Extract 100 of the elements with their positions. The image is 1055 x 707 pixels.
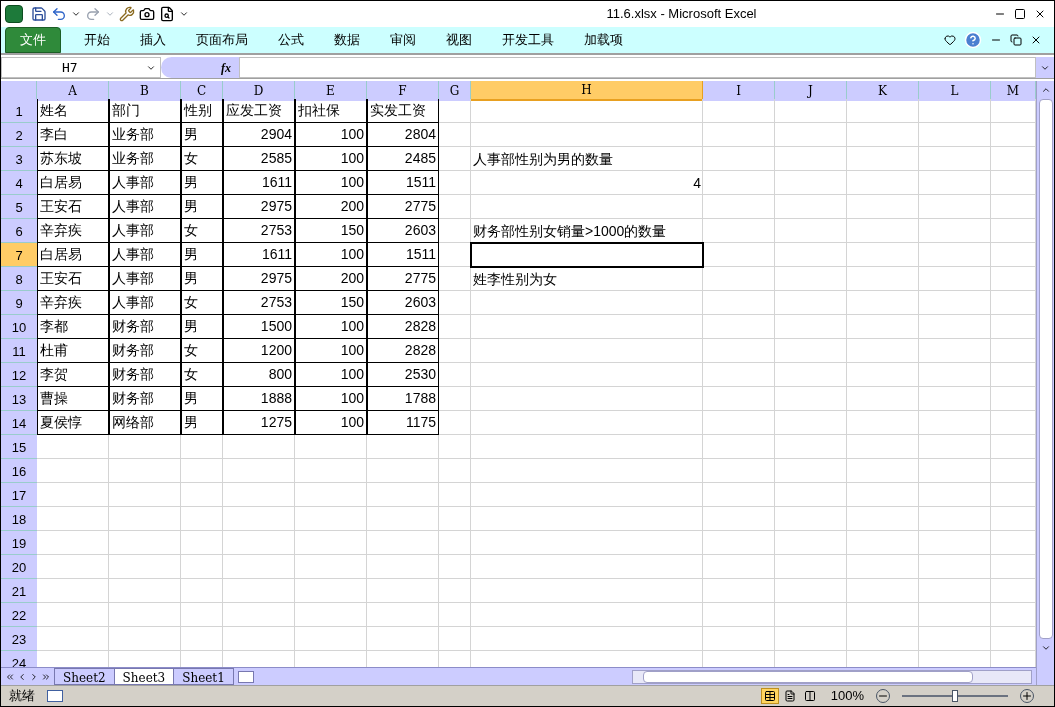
table-cell: 实发工资 bbox=[367, 99, 439, 123]
ribbon-tab[interactable]: 数据 bbox=[319, 27, 375, 53]
row-header[interactable]: 14 bbox=[1, 411, 37, 435]
macro-record-icon[interactable] bbox=[47, 690, 63, 702]
row-header[interactable]: 8 bbox=[1, 267, 37, 291]
zoom-level[interactable]: 100% bbox=[830, 686, 864, 706]
row-header[interactable]: 6 bbox=[1, 219, 37, 243]
row-header[interactable]: 16 bbox=[1, 459, 37, 483]
fx-button[interactable]: fx bbox=[161, 57, 239, 78]
help-icon[interactable] bbox=[964, 31, 982, 49]
table-cell-text: 姓李性别为女 bbox=[472, 270, 558, 289]
sheet-tab[interactable]: Sheet3 bbox=[113, 668, 175, 685]
table-cell: 100 bbox=[295, 243, 367, 267]
table-cell-text: 财务部性别女销量>1000的数量 bbox=[472, 222, 668, 241]
next-sheet-icon[interactable] bbox=[29, 671, 39, 682]
row-header[interactable]: 19 bbox=[1, 531, 37, 555]
vertical-scrollbar[interactable] bbox=[1036, 81, 1054, 685]
ribbon-tab[interactable]: 视图 bbox=[431, 27, 487, 53]
ribbon-tab[interactable]: 审阅 bbox=[375, 27, 431, 53]
restore-icon[interactable] bbox=[1010, 34, 1022, 46]
table-cell: 杜甫 bbox=[37, 339, 109, 363]
column-header[interactable]: D bbox=[223, 81, 295, 101]
row-header[interactable]: 15 bbox=[1, 435, 37, 459]
ribbon-tab[interactable]: 页面布局 bbox=[181, 27, 263, 53]
row-header[interactable]: 10 bbox=[1, 315, 37, 339]
view-button[interactable] bbox=[760, 688, 779, 704]
scroll-up-icon[interactable] bbox=[1040, 85, 1051, 95]
ribbon-tab[interactable]: 插入 bbox=[125, 27, 181, 53]
row-header[interactable]: 12 bbox=[1, 363, 37, 387]
row-header[interactable]: 22 bbox=[1, 603, 37, 627]
column-header[interactable]: J bbox=[775, 81, 847, 101]
row-header[interactable]: 21 bbox=[1, 579, 37, 603]
file-tab[interactable]: 文件 bbox=[5, 27, 61, 53]
table-cell: 男 bbox=[181, 171, 223, 195]
row-header[interactable]: 7 bbox=[1, 243, 37, 267]
table-cell: 1611 bbox=[223, 243, 295, 267]
column-header[interactable]: E bbox=[295, 81, 367, 101]
table-cell: 白居易 bbox=[37, 171, 109, 195]
row-header[interactable]: 9 bbox=[1, 291, 37, 315]
undo-icon[interactable] bbox=[51, 6, 67, 22]
customize-caret-icon[interactable] bbox=[179, 9, 189, 19]
camera-icon[interactable] bbox=[139, 6, 155, 22]
table-cell: 财务部 bbox=[109, 363, 181, 387]
table-cell: 部门 bbox=[109, 99, 181, 123]
row-header[interactable]: 11 bbox=[1, 339, 37, 363]
previous-sheet-icon[interactable] bbox=[17, 671, 27, 682]
row-header[interactable]: 3 bbox=[1, 147, 37, 171]
caret-icon[interactable] bbox=[71, 9, 81, 19]
row-header[interactable]: 24 bbox=[1, 651, 37, 667]
table-cell: 1788 bbox=[367, 387, 439, 411]
name-box[interactable]: H7 bbox=[1, 57, 161, 78]
maximize-icon[interactable] bbox=[1014, 8, 1026, 20]
scroll-down-icon[interactable] bbox=[1040, 643, 1051, 653]
tools-icon[interactable] bbox=[119, 6, 135, 22]
ribbon-tab[interactable]: 公式 bbox=[263, 27, 319, 53]
row-header[interactable]: 17 bbox=[1, 483, 37, 507]
ribbon-tab[interactable]: 开发工具 bbox=[487, 27, 569, 53]
column-header[interactable]: G bbox=[439, 81, 471, 101]
table-cell: 1200 bbox=[223, 339, 295, 363]
insert-sheet-icon[interactable] bbox=[237, 670, 254, 683]
column-header[interactable]: B bbox=[109, 81, 181, 101]
row-header[interactable]: 18 bbox=[1, 507, 37, 531]
row-header[interactable]: 23 bbox=[1, 627, 37, 651]
table-cell: 150 bbox=[295, 291, 367, 315]
formula-input[interactable] bbox=[239, 57, 1036, 78]
close-icon[interactable] bbox=[1030, 34, 1042, 46]
sheet-tab[interactable]: Sheet2 bbox=[54, 668, 115, 685]
table-cell: 人事部 bbox=[109, 219, 181, 243]
column-header[interactable]: I bbox=[703, 81, 775, 101]
row-header[interactable]: 4 bbox=[1, 171, 37, 195]
sheet-tab[interactable]: Sheet1 bbox=[173, 668, 234, 685]
column-header[interactable]: F bbox=[367, 81, 439, 101]
column-header[interactable]: M bbox=[991, 81, 1036, 101]
horizontal-scrollbar[interactable] bbox=[632, 669, 1032, 684]
print-preview-icon[interactable] bbox=[159, 6, 175, 22]
row-header[interactable]: 20 bbox=[1, 555, 37, 579]
zoom-in-icon[interactable] bbox=[1020, 689, 1034, 703]
close-icon[interactable] bbox=[1034, 8, 1046, 20]
table-cell: 100 bbox=[295, 315, 367, 339]
ribbon-tab[interactable]: 开始 bbox=[69, 27, 125, 53]
row-header[interactable]: 5 bbox=[1, 195, 37, 219]
table-cell: 2753 bbox=[223, 219, 295, 243]
ribbon-tab[interactable]: 加载项 bbox=[569, 27, 638, 53]
row-header[interactable]: 2 bbox=[1, 123, 37, 147]
column-header[interactable]: K bbox=[847, 81, 919, 101]
window-title: 11.6.xlsx - Microsoft Excel bbox=[606, 5, 757, 24]
row-header[interactable]: 13 bbox=[1, 387, 37, 411]
zoom-slider-thumb[interactable] bbox=[952, 690, 958, 702]
column-header[interactable]: A bbox=[37, 81, 109, 101]
table-cell: 扣社保 bbox=[295, 99, 367, 123]
column-header[interactable]: L bbox=[919, 81, 991, 101]
column-header[interactable]: C bbox=[181, 81, 223, 101]
active-cell[interactable] bbox=[471, 243, 703, 267]
first-sheet-icon[interactable] bbox=[5, 671, 15, 682]
row-header[interactable]: 1 bbox=[1, 99, 37, 123]
table-cell: 男 bbox=[181, 411, 223, 435]
last-sheet-icon[interactable] bbox=[41, 671, 51, 682]
save-icon[interactable] bbox=[31, 6, 47, 22]
column-header[interactable]: H bbox=[471, 81, 703, 101]
table-cell: 100 bbox=[295, 339, 367, 363]
